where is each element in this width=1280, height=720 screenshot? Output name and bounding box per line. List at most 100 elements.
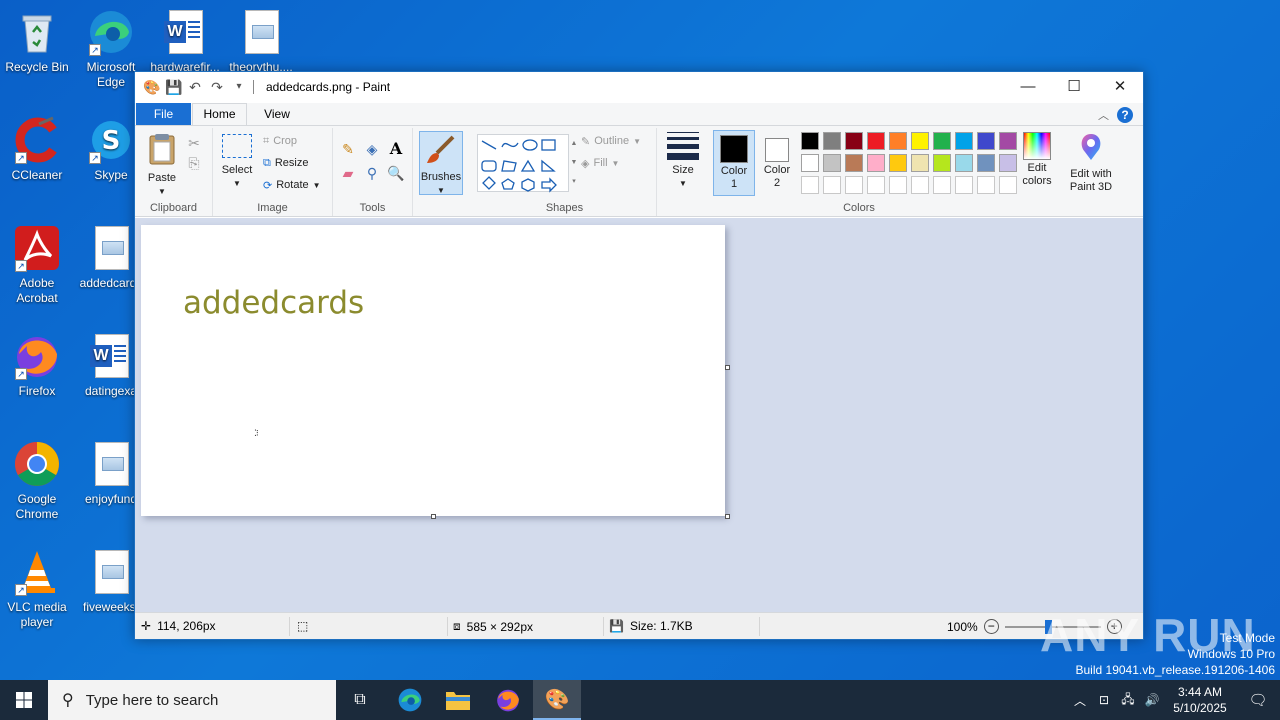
color-picker-icon[interactable]: ⚲ xyxy=(363,164,381,182)
network-drive-icon[interactable]: ⊡ xyxy=(1092,693,1116,707)
color1-button[interactable]: Color 1 xyxy=(713,130,755,196)
resize-handle-right[interactable] xyxy=(725,365,730,370)
color-swatch[interactable] xyxy=(999,132,1017,150)
custom-color-slot[interactable] xyxy=(977,176,995,194)
edit-paint3d-button[interactable]: Edit with Paint 3D xyxy=(1061,132,1121,194)
taskbar-firefox[interactable] xyxy=(484,680,532,720)
outline-button[interactable]: ✎ Outline ▼ xyxy=(581,132,641,150)
color-swatch[interactable] xyxy=(801,154,819,172)
zoom-level: 100% xyxy=(947,619,978,634)
size-button[interactable]: Size ▼ xyxy=(663,132,703,190)
resize-handle-corner[interactable] xyxy=(725,514,730,519)
pencil-icon[interactable]: ✎ xyxy=(339,140,357,158)
crop-button[interactable]: ⌗ Crop xyxy=(263,132,297,150)
desktop-icon-google-chrome[interactable]: Google Chrome xyxy=(0,440,74,522)
text-icon[interactable]: A xyxy=(387,140,405,158)
volume-icon[interactable]: 🔊 xyxy=(1140,693,1164,707)
fill-bucket-icon[interactable]: ◈ xyxy=(363,140,381,158)
color-swatch[interactable] xyxy=(955,132,973,150)
magnifier-icon[interactable]: 🔍 xyxy=(387,164,405,182)
save-icon[interactable]: 💾 xyxy=(165,79,182,95)
taskbar-search-box[interactable]: ⚲ Type here to search xyxy=(48,680,336,720)
custom-color-slot[interactable] xyxy=(933,176,951,194)
custom-color-slot[interactable] xyxy=(801,176,819,194)
paint3d-icon xyxy=(1077,132,1105,166)
desktop-icon-adobe-acrobat[interactable]: ↗ Adobe Acrobat xyxy=(0,224,74,306)
eraser-icon[interactable]: ▰ xyxy=(339,164,357,182)
desktop-icon-firefox[interactable]: ↗ Firefox xyxy=(0,332,74,399)
color-swatch[interactable] xyxy=(889,154,907,172)
custom-color-slot[interactable] xyxy=(955,176,973,194)
drawing-canvas[interactable]: addedcards ⁚⁝ xyxy=(141,225,725,516)
shapes-scroll[interactable]: ▲ ▼ ▾ xyxy=(569,134,579,192)
color-swatch[interactable] xyxy=(933,132,951,150)
task-view-button[interactable]: ⧉ xyxy=(336,680,384,720)
taskbar-edge[interactable] xyxy=(386,680,434,720)
color-swatch[interactable] xyxy=(977,154,995,172)
shapes-gallery[interactable] xyxy=(477,134,569,193)
tab-file[interactable]: File xyxy=(136,103,191,125)
desktop-icon-vlc[interactable]: ↗ VLC media player xyxy=(0,548,74,630)
desktop-icon-theorythu[interactable]: theorythu.... xyxy=(224,8,298,75)
edit-colors-label: Edit colors xyxy=(1022,162,1052,187)
windows-edition: Windows 10 Pro xyxy=(1187,647,1275,661)
help-icon[interactable]: ? xyxy=(1117,107,1133,123)
start-button[interactable] xyxy=(0,680,48,720)
line-size-icon xyxy=(667,132,699,160)
custom-color-slot[interactable] xyxy=(845,176,863,194)
zoom-out-icon[interactable]: − xyxy=(983,619,999,634)
taskbar-clock[interactable]: 3:44 AM 5/10/2025 xyxy=(1164,684,1236,716)
paste-button[interactable]: Paste ▼ xyxy=(143,132,181,198)
maximize-button[interactable]: ☐ xyxy=(1051,72,1097,102)
color-swatch[interactable] xyxy=(845,154,863,172)
fill-button[interactable]: ◈ Fill ▼ xyxy=(581,154,619,172)
brushes-button[interactable]: Brushes ▼ xyxy=(419,131,463,195)
collapse-ribbon-icon[interactable]: ︿ xyxy=(1098,107,1109,123)
tab-view[interactable]: View xyxy=(253,103,301,125)
custom-color-slot[interactable] xyxy=(823,176,841,194)
color-swatch[interactable] xyxy=(955,154,973,172)
minimize-button[interactable]: — xyxy=(1005,72,1051,102)
notification-icon[interactable]: 🗨 xyxy=(1236,691,1280,709)
desktop-icon-hardwarefir[interactable]: W hardwarefir... xyxy=(148,8,222,75)
color-swatch[interactable] xyxy=(823,132,841,150)
color-swatch[interactable] xyxy=(845,132,863,150)
custom-color-slot[interactable] xyxy=(911,176,929,194)
color-swatch[interactable] xyxy=(977,132,995,150)
resize-icon: ⧉ xyxy=(263,156,271,169)
paint-app-icon[interactable]: 🎨 xyxy=(143,79,160,95)
select-button[interactable]: Select ▼ xyxy=(219,134,255,190)
shortcut-arrow-icon: ↗ xyxy=(15,152,27,164)
copy-icon[interactable]: ⎘ xyxy=(185,154,203,172)
desktop-icon-ccleaner[interactable]: ↗ CCleaner xyxy=(0,116,74,183)
custom-color-slot[interactable] xyxy=(867,176,885,194)
color-swatch[interactable] xyxy=(911,154,929,172)
taskbar-file-explorer[interactable] xyxy=(434,680,482,720)
color-swatch[interactable] xyxy=(999,154,1017,172)
color-swatch[interactable] xyxy=(823,154,841,172)
color-swatch[interactable] xyxy=(933,154,951,172)
redo-icon[interactable]: ↷ xyxy=(209,79,225,95)
color-swatch[interactable] xyxy=(867,154,885,172)
color-swatch[interactable] xyxy=(801,132,819,150)
edit-colors-button[interactable]: Edit colors xyxy=(1017,132,1057,188)
custom-color-slot[interactable] xyxy=(889,176,907,194)
rotate-button[interactable]: ⟳ Rotate ▼ xyxy=(263,176,321,194)
color-swatch[interactable] xyxy=(911,132,929,150)
resize-button[interactable]: ⧉ Resize xyxy=(263,154,308,172)
color-swatch[interactable] xyxy=(889,132,907,150)
color2-button[interactable]: Color 2 xyxy=(757,130,797,196)
tray-overflow-icon[interactable]: ︿ xyxy=(1068,692,1092,709)
taskbar-paint[interactable]: 🎨 xyxy=(533,680,581,720)
close-button[interactable]: ✕ xyxy=(1097,72,1143,102)
cut-icon[interactable]: ✂ xyxy=(185,134,203,152)
tab-home[interactable]: Home xyxy=(192,103,247,126)
customize-qat-icon[interactable]: ▾ xyxy=(231,79,247,95)
network-icon[interactable]: 🖧 xyxy=(1116,690,1140,711)
undo-icon[interactable]: ↶ xyxy=(187,79,203,95)
desktop-icon-recycle-bin[interactable]: Recycle Bin xyxy=(0,8,74,75)
custom-color-slot[interactable] xyxy=(999,176,1017,194)
resize-handle-bottom[interactable] xyxy=(431,514,436,519)
color-swatch[interactable] xyxy=(867,132,885,150)
crop-label: Crop xyxy=(273,135,298,147)
